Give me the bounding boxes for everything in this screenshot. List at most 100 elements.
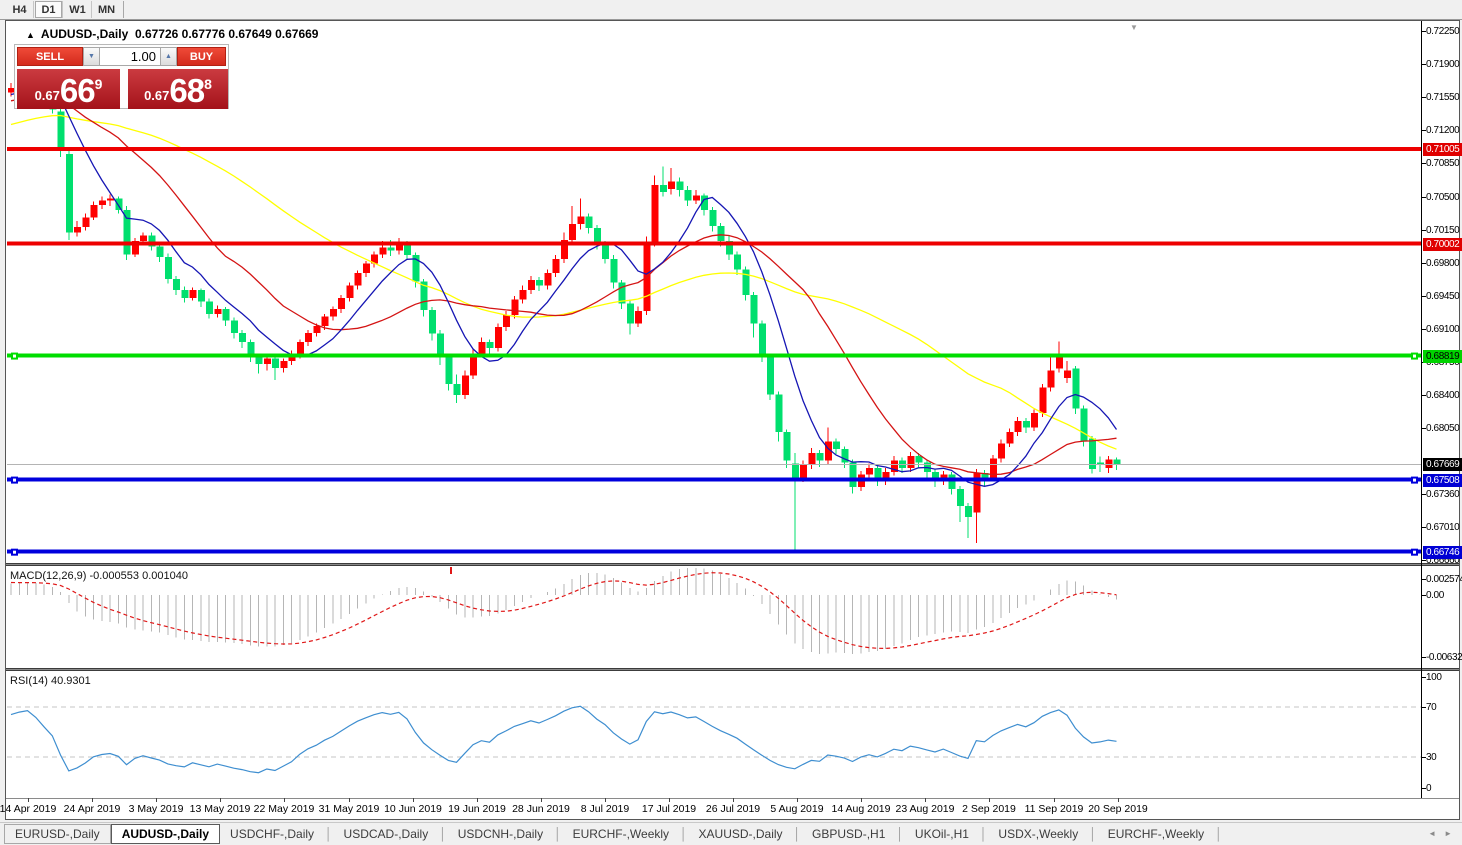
buy-price-pip: 8	[204, 76, 212, 92]
price-level-chip: 0.68819	[1423, 350, 1462, 363]
price-axis-label: 0.69800	[1426, 258, 1460, 269]
rsi-axis-label: 100	[1426, 672, 1442, 683]
date-axis-label: 19 Jun 2019	[448, 803, 506, 815]
date-axis-label: 2 Sep 2019	[962, 803, 1016, 815]
chart-window[interactable]: 0.72250 0.71900 0.71550 0.71200 0.70850 0.705…	[0, 20, 1462, 820]
timeframe-button-w1[interactable]: W1	[64, 1, 91, 18]
price-level-chip: 0.66746	[1423, 546, 1462, 559]
chart-ohlc-values: 0.67726 0.67776 0.67649 0.67669	[134, 27, 319, 41]
date-axis-label: 8 Jul 2019	[580, 803, 630, 815]
price-axis-label: 0.72250	[1426, 26, 1460, 37]
date-axis-label: 31 May 2019	[318, 803, 380, 815]
date-axis-tick	[413, 798, 414, 802]
price-level-chip: 0.67508	[1423, 474, 1462, 487]
tab-separator: │	[1089, 827, 1097, 841]
price-axis-line	[1421, 21, 1422, 798]
timeframe-toolbar: H4 D1 W1 MN	[0, 0, 1462, 20]
date-axis-label: 26 Jul 2019	[705, 803, 761, 815]
tab-separator: │	[439, 827, 447, 841]
price-axis-label: 0.67360	[1426, 489, 1460, 500]
date-axis-label: 14 Aug 2019	[831, 803, 891, 815]
chart-tab-audusd-daily[interactable]: AUDUSD-,Daily	[110, 824, 221, 844]
price-axis-label: 0.68050	[1426, 423, 1460, 434]
date-axis-tick	[220, 798, 221, 802]
date-axis-tick	[797, 798, 798, 802]
price-axis-label: 0.68400	[1426, 390, 1460, 401]
tab-separator: │	[1215, 827, 1223, 841]
sell-price-panel[interactable]: 0.67 66 9	[17, 69, 120, 109]
sell-button[interactable]: SELL	[17, 47, 83, 66]
price-axis-label: 0.70150	[1426, 225, 1460, 236]
toolbar-separator	[91, 1, 92, 18]
date-axis-label: 20 Sep 2019	[1088, 803, 1148, 815]
current-price-chip: 0.67669	[1423, 458, 1462, 471]
chart-symbol-label: AUDUSD-,Daily	[40, 27, 129, 41]
price-axis-label: 0.67010	[1426, 522, 1460, 533]
sell-price-prefix: 0.67	[34, 88, 60, 103]
rsi-pane[interactable]	[7, 671, 1421, 798]
rsi-title: RSI(14) 40.9301	[10, 675, 91, 687]
price-axis-label: 0.69100	[1426, 324, 1460, 335]
price-axis-label: 0.69450	[1426, 291, 1460, 302]
date-axis-tick	[156, 798, 157, 802]
chart-tab-xauusd-daily[interactable]: XAUUSD-,Daily	[689, 825, 793, 843]
tab-scroll-buttons: ◄ ►	[1428, 829, 1456, 838]
tab-scroll-right-icon[interactable]: ►	[1444, 829, 1456, 838]
chart-tab-eurchf-weekly[interactable]: EURCHF-,Weekly	[1098, 825, 1214, 843]
date-axis-tick	[1118, 798, 1119, 802]
volume-decrease-button[interactable]: ▼	[83, 47, 100, 66]
buy-price-panel[interactable]: 0.67 68 8	[128, 69, 228, 109]
date-axis-tick	[349, 798, 350, 802]
chart-tab-gbpusd-h1[interactable]: GBPUSD-,H1	[802, 825, 895, 843]
macd-title: MACD(12,26,9) -0.000553 0.001040	[10, 570, 188, 582]
price-axis-label: 0.71900	[1426, 59, 1460, 70]
price-axis-label: 0.71550	[1426, 92, 1460, 103]
volume-input[interactable]	[100, 47, 160, 66]
macd-pane[interactable]	[7, 566, 1421, 668]
date-axis-tick	[284, 798, 285, 802]
chart-tab-eurusd-daily[interactable]: EURUSD-,Daily	[4, 824, 111, 844]
timeframe-button-d1[interactable]: D1	[35, 1, 62, 18]
date-axis-label: 13 May 2019	[189, 803, 251, 815]
toolbar-separator	[33, 1, 34, 18]
date-axis-label: 14 Apr 2019	[0, 803, 57, 815]
tab-separator: │	[680, 827, 688, 841]
date-axis-tick	[669, 798, 670, 802]
price-level-chip: 0.70002	[1423, 238, 1462, 251]
rsi-axis-label: 0	[1426, 783, 1432, 794]
date-axis-label: 10 Jun 2019	[384, 803, 442, 815]
date-axis-label: 3 May 2019	[128, 803, 184, 815]
timeframe-button-mn[interactable]: MN	[93, 1, 120, 18]
chart-tab-usdcad-daily[interactable]: USDCAD-,Daily	[334, 825, 439, 843]
toolbar-separator	[123, 1, 124, 18]
timeframe-button-h4[interactable]: H4	[6, 1, 33, 18]
date-axis-label: 5 Aug 2019	[770, 803, 824, 815]
chart-tab-ukoil-h1[interactable]: UKOil-,H1	[905, 825, 979, 843]
chart-tab-usdx-weekly[interactable]: USDX-,Weekly	[988, 825, 1088, 843]
tab-scroll-left-icon[interactable]: ◄	[1428, 829, 1440, 838]
date-axis-tick	[989, 798, 990, 802]
date-axis-label: 11 Sep 2019	[1024, 803, 1084, 815]
date-axis-tick	[541, 798, 542, 802]
chart-tab-usdchf-daily[interactable]: USDCHF-,Daily	[220, 825, 324, 843]
date-axis-tick	[925, 798, 926, 802]
collapse-arrow-icon[interactable]: ▲	[26, 30, 35, 40]
date-axis-label: 24 Apr 2019	[63, 803, 121, 815]
chart-tab-eurchf-weekly[interactable]: EURCHF-,Weekly	[563, 825, 679, 843]
price-level-chip: 0.71005	[1423, 143, 1462, 156]
chart-tab-bar: EURUSD-,Daily AUDUSD-,Daily USDCHF-,Daily │…	[0, 822, 1462, 845]
rsi-axis-label: 70	[1426, 702, 1437, 713]
sell-price-main: 66	[59, 72, 96, 109]
toolbar-separator	[62, 1, 63, 18]
chart-tab-usdcnh-daily[interactable]: USDCNH-,Daily	[448, 825, 553, 843]
date-axis-tick	[92, 798, 93, 802]
tab-separator: │	[554, 827, 562, 841]
tab-separator: │	[325, 827, 333, 841]
macd-axis-label: 0.00	[1426, 590, 1444, 601]
date-axis-tick	[605, 798, 606, 802]
tab-separator: │	[793, 827, 802, 841]
tab-separator: │	[896, 827, 904, 841]
volume-increase-button[interactable]: ▲	[160, 47, 177, 66]
buy-button[interactable]: BUY	[177, 47, 226, 66]
chart-dropdown-icon[interactable]: ▼	[1130, 23, 1138, 32]
